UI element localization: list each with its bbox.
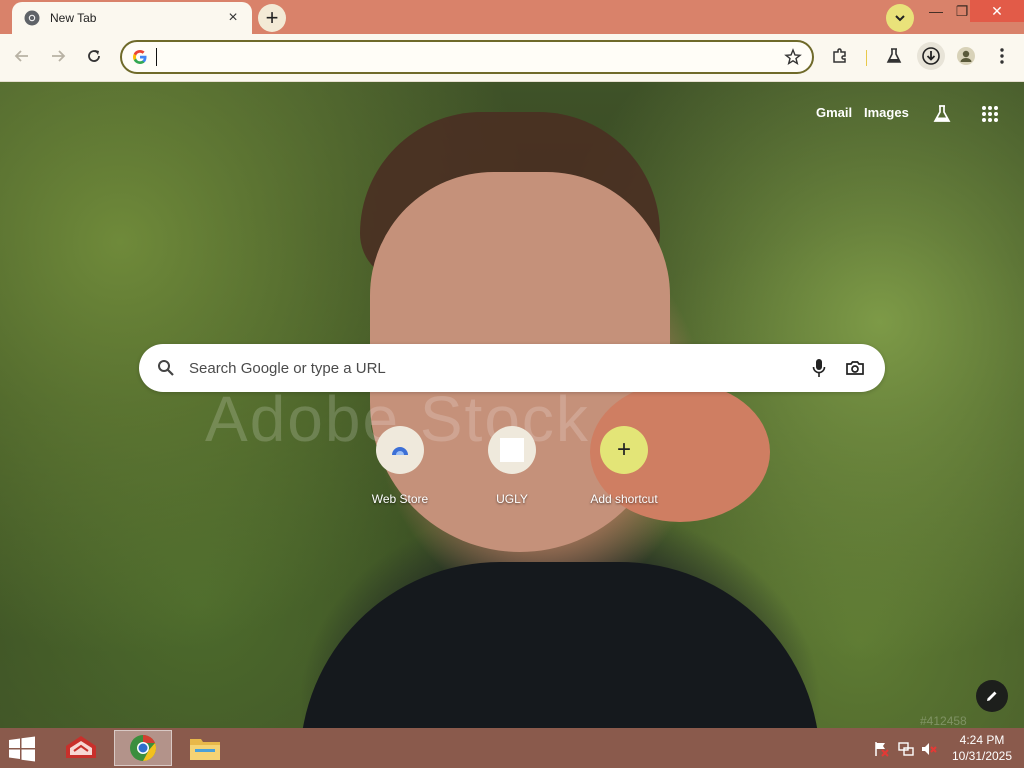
gmail-link[interactable]: Gmail <box>816 105 852 120</box>
voice-search-button[interactable] <box>805 354 833 382</box>
shortcut-tile <box>488 426 536 474</box>
text-caret <box>156 48 157 66</box>
flask-icon <box>886 48 902 63</box>
arrow-left-icon <box>14 50 28 62</box>
reload-button[interactable] <box>80 42 108 70</box>
tab-strip: New Tab × + — ❐ ✕ <box>0 0 1024 34</box>
taskbar-app-red[interactable] <box>52 730 110 766</box>
shortcut-add[interactable]: + Add shortcut <box>576 426 672 506</box>
search-placeholder: Search Google or type a URL <box>189 359 386 377</box>
tab-new-tab[interactable]: New Tab × <box>12 2 252 34</box>
file-explorer-icon <box>190 739 220 760</box>
apps-grid-icon <box>982 106 998 122</box>
profile-button[interactable] <box>954 44 978 68</box>
volume-muted-icon <box>922 743 937 755</box>
shortcut-web-store[interactable]: Web Store <box>352 426 448 506</box>
shortcut-label: Add shortcut <box>590 492 658 506</box>
menu-button[interactable] <box>990 44 1014 68</box>
clock-time: 4:24 PM <box>959 733 1005 747</box>
tab-search-button[interactable] <box>886 4 914 32</box>
google-apps-button[interactable] <box>978 102 1002 126</box>
extensions-button[interactable] <box>828 44 852 68</box>
taskbar-app-explorer[interactable] <box>176 730 234 766</box>
new-tab-button[interactable]: + <box>258 4 286 32</box>
omnibox-input[interactable] <box>159 49 784 65</box>
network-icon <box>898 742 914 756</box>
puzzle-icon <box>833 48 846 63</box>
shortcut-label: Web Store <box>371 492 429 506</box>
network-status[interactable] <box>897 740 915 758</box>
shortcut-ugly[interactable]: UGLY <box>464 426 560 506</box>
app-red-icon <box>66 736 96 758</box>
system-clock[interactable]: 4:24 PM 10/31/2025 <box>944 732 1020 764</box>
labs-button[interactable] <box>882 44 906 68</box>
forward-button[interactable] <box>44 42 72 70</box>
back-button[interactable] <box>8 42 36 70</box>
shortcut-tile <box>376 426 424 474</box>
address-bar[interactable] <box>120 40 814 74</box>
avatar-icon <box>957 47 975 65</box>
microphone-icon <box>812 359 826 377</box>
arrow-right-icon <box>52 50 66 62</box>
chrome-icon <box>130 735 156 761</box>
images-link[interactable]: Images <box>864 105 909 120</box>
labs-ntp-button[interactable] <box>930 102 954 126</box>
minimize-button[interactable]: — <box>922 0 950 22</box>
downloads-button[interactable] <box>917 42 945 70</box>
start-icon <box>9 736 35 762</box>
ntp-background-image: Adobe Stock #412458 <box>0 82 1024 728</box>
google-g-icon <box>133 50 147 64</box>
download-icon <box>922 47 940 65</box>
search-icon <box>158 360 174 376</box>
customize-chrome-button[interactable] <box>976 680 1008 712</box>
more-vert-icon <box>1000 48 1004 64</box>
windows-taskbar: 4:24 PM 10/31/2025 <box>0 728 1024 768</box>
reload-icon <box>88 50 100 62</box>
toolbar-separator <box>866 50 867 66</box>
plus-icon: + <box>616 436 631 463</box>
tab-title: New Tab <box>50 11 97 25</box>
blank-page-icon <box>500 438 524 462</box>
taskbar-app-chrome[interactable] <box>114 730 172 766</box>
start-button[interactable] <box>8 736 38 762</box>
camera-icon <box>846 361 864 375</box>
ntp-search-box[interactable]: Search Google or type a URL <box>139 344 885 392</box>
volume-status[interactable] <box>920 740 938 758</box>
web-store-icon <box>392 447 408 455</box>
action-center-flag[interactable] <box>872 740 890 758</box>
shortcut-tile: + <box>600 426 648 474</box>
chevron-down-icon <box>895 15 905 22</box>
bg-figure-shirt <box>300 562 820 728</box>
image-search-button[interactable] <box>841 354 869 382</box>
bookmark-star-icon[interactable] <box>784 48 802 66</box>
corner-watermark: #412458 <box>920 714 967 728</box>
shortcut-label: UGLY <box>496 492 528 506</box>
flag-icon <box>875 742 889 757</box>
pencil-icon <box>987 691 997 701</box>
clock-date: 10/31/2025 <box>951 749 1013 763</box>
close-window-button[interactable]: ✕ <box>970 0 1024 22</box>
flask-icon <box>933 105 951 122</box>
browser-toolbar <box>0 34 1024 82</box>
chrome-icon <box>24 10 40 26</box>
tab-close-icon[interactable]: × <box>224 9 242 27</box>
